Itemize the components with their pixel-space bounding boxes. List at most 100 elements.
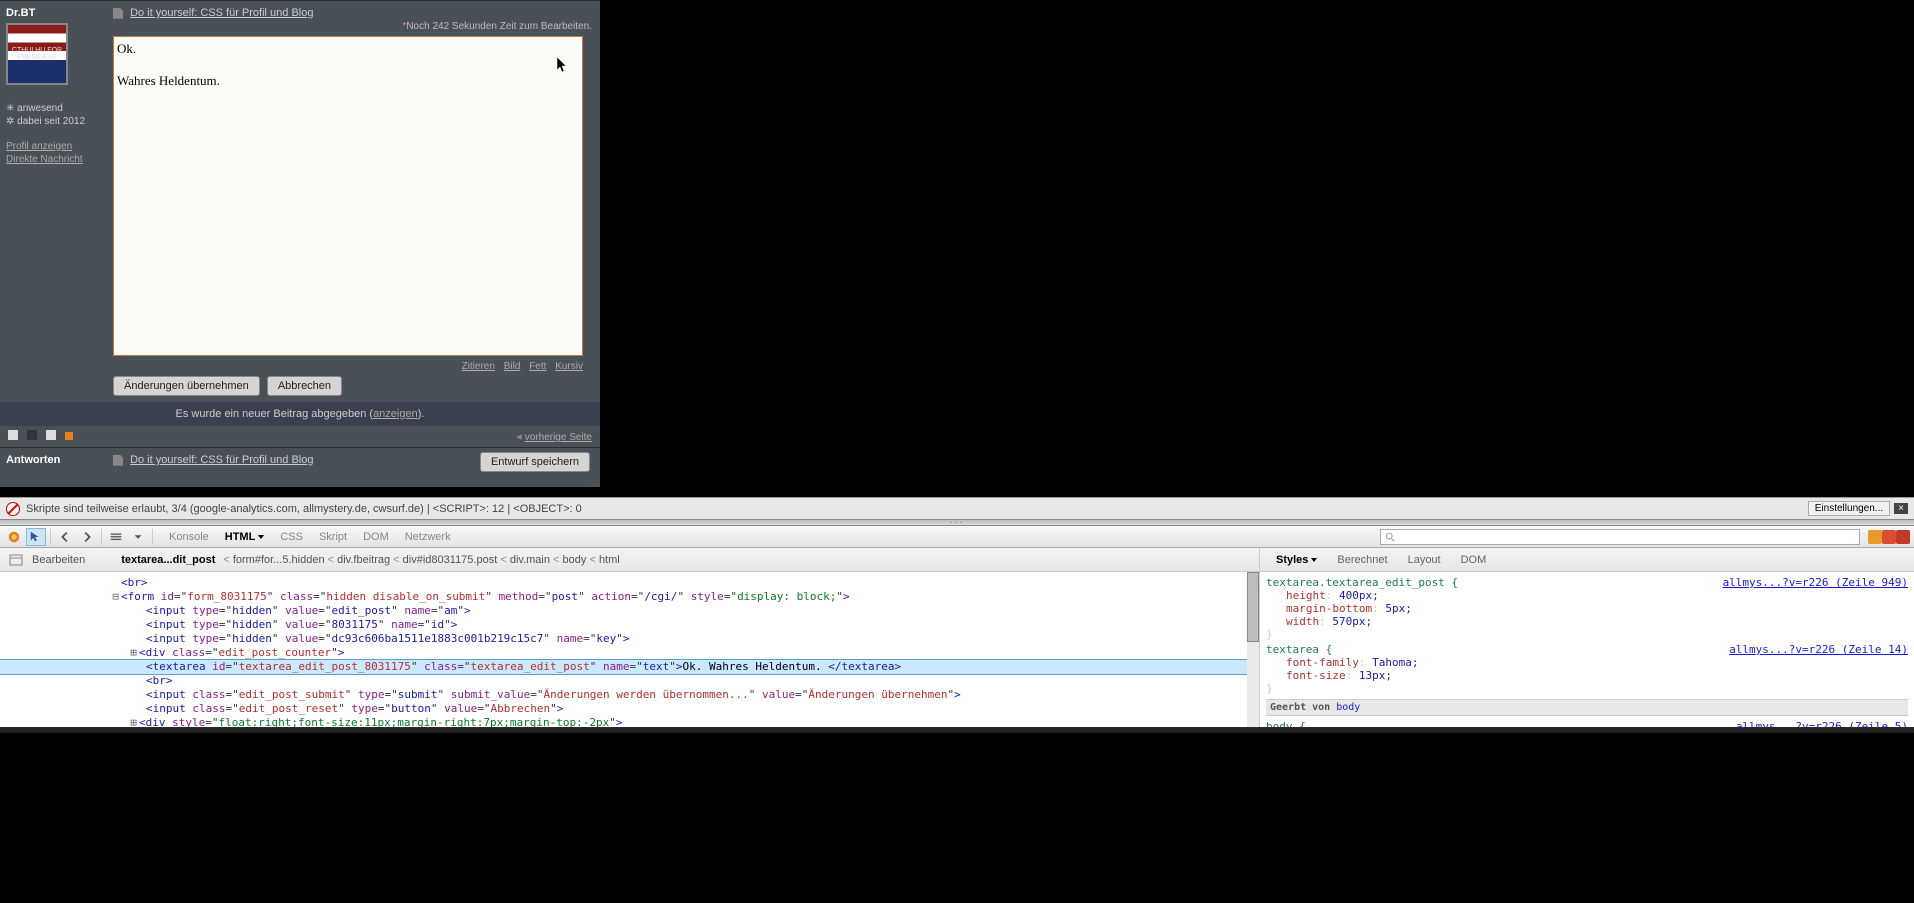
cancel-button[interactable]: Abbrechen <box>267 376 342 396</box>
devtools-tab-skript[interactable]: Skript <box>311 528 355 546</box>
browser-viewport: Dr.BT CTHULHU FOR PRESIDENT ✳ anwesend ✲… <box>0 0 1914 497</box>
link-image[interactable]: Bild <box>504 361 521 372</box>
edit-icon[interactable] <box>8 552 24 568</box>
prev-page-link[interactable]: vorherige Seite <box>525 432 592 443</box>
devtools-tab-konsole[interactable]: Konsole <box>161 528 217 546</box>
devtools-panels: <br>⊟<form id="form_8031175" class="hidd… <box>0 572 1914 727</box>
dropdown-icon[interactable] <box>128 528 148 546</box>
tree-line[interactable]: <input type="hidden" value="edit_post" n… <box>0 604 1259 618</box>
statusbar-close[interactable]: × <box>1894 503 1908 514</box>
scrollbar-track[interactable] <box>1247 572 1259 727</box>
link-italic[interactable]: Kursiv <box>555 361 583 372</box>
devtools-toolbar: KonsoleHTMLCSSSkriptDOMNetzwerk <box>0 526 1914 548</box>
status-icon-light[interactable] <box>8 430 18 440</box>
inherit-from-link[interactable]: body <box>1336 702 1360 713</box>
devtools-tab-netzwerk[interactable]: Netzwerk <box>397 528 459 546</box>
nav-back-icon[interactable] <box>55 528 75 546</box>
html-tree-panel[interactable]: <br>⊟<form id="form_8031175" class="hidd… <box>0 572 1259 727</box>
save-draft-button[interactable]: Entwurf speichern <box>480 452 590 472</box>
settings-button[interactable]: Einstellungen... <box>1808 501 1890 516</box>
nav-forward-icon[interactable] <box>77 528 97 546</box>
link-profile[interactable]: Profil anzeigen <box>6 141 99 152</box>
css-rule[interactable]: allmys...?v=r226 (Zeile 949)textarea.tex… <box>1266 576 1908 641</box>
breadcrumb-item[interactable]: body <box>563 554 587 566</box>
breadcrumb-item[interactable]: div.fbeitrag <box>337 554 390 566</box>
submit-button[interactable]: Änderungen übernehmen <box>113 376 260 396</box>
tree-line[interactable]: <textarea id="textarea_edit_post_8031175… <box>0 660 1259 674</box>
avatar[interactable]: CTHULHU FOR PRESIDENT <box>6 23 68 85</box>
detach-button[interactable] <box>1882 530 1896 544</box>
breadcrumb-edit[interactable]: Bearbeiten <box>32 554 85 566</box>
tree-line[interactable]: <input type="hidden" value="dc93c606ba15… <box>0 632 1259 646</box>
reply-row: Antworten Do it yourself: CSS für Profil… <box>0 447 600 487</box>
noscript-statusbar: Skripte sind teilweise erlaubt, 3/4 (goo… <box>0 497 1914 519</box>
tree-line[interactable]: <br> <box>0 674 1259 688</box>
tree-line[interactable]: <input class="edit_post_submit" type="su… <box>0 688 1259 702</box>
noscript-icon[interactable] <box>6 502 20 516</box>
css-rule[interactable]: allmys...?v=r226 (Zeile 5)body { <box>1266 720 1908 727</box>
minimize-button[interactable] <box>1868 530 1882 544</box>
post-row: Dr.BT CTHULHU FOR PRESIDENT ✳ anwesend ✲… <box>0 0 600 402</box>
tree-toggler[interactable]: ⊞ <box>128 646 139 660</box>
firebug-icon[interactable] <box>4 528 24 546</box>
tree-line[interactable]: ⊟<form id="form_8031175" class="hidden d… <box>0 590 1259 604</box>
prev-page-wrap: ◂ vorherige Seite <box>516 430 592 443</box>
css-rule[interactable]: allmys...?v=r226 (Zeile 14)textarea {fon… <box>1266 643 1908 695</box>
reply-thread-title[interactable]: Do it yourself: CSS für Profil und Blog <box>130 454 313 466</box>
source-link[interactable]: allmys...?v=r226 (Zeile 949) <box>1723 576 1908 589</box>
source-link[interactable]: allmys...?v=r226 (Zeile 5) <box>1736 720 1908 727</box>
devtools-tab-dom[interactable]: DOM <box>355 528 397 546</box>
styles-panel-header: StylesBerechnet LayoutDOM <box>1259 548 1914 572</box>
tree-toggler[interactable]: ⊟ <box>110 590 121 604</box>
link-bold[interactable]: Fett <box>529 361 546 372</box>
scrollbar-thumb[interactable] <box>1247 572 1259 642</box>
tree-line[interactable]: ⊞<div class="edit_post_counter"> <box>0 646 1259 660</box>
user-column: Dr.BT CTHULHU FOR PRESIDENT ✳ anwesend ✲… <box>0 1 105 402</box>
tree-line[interactable]: <input class="edit_post_reset" type="but… <box>0 702 1259 716</box>
styles-tab-layout[interactable]: Layout <box>1400 551 1449 569</box>
status-icon-light-2[interactable] <box>46 430 56 440</box>
search-input[interactable] <box>1399 531 1855 543</box>
rss-icon[interactable] <box>65 432 73 440</box>
search-icon <box>1385 532 1395 542</box>
link-dm[interactable]: Direkte Nachricht <box>6 154 99 165</box>
menu-icon[interactable] <box>106 528 126 546</box>
thread-title[interactable]: Do it yourself: CSS für Profil und Blog <box>130 7 313 19</box>
styles-tab-styles[interactable]: Styles <box>1268 551 1325 569</box>
os-taskbar[interactable] <box>0 727 1914 733</box>
breadcrumb-current[interactable]: textarea...dit_post <box>121 554 215 566</box>
separator <box>152 529 153 545</box>
devtools-tab-css[interactable]: CSS <box>272 528 311 546</box>
panel-resizer[interactable] <box>0 519 1914 526</box>
html-panel-header: Bearbeiten textarea...dit_post < form#fo… <box>0 548 1259 572</box>
inherit-bar: Geerbt von body <box>1266 699 1908 716</box>
tree-line[interactable]: <input type="hidden" value="8031175" nam… <box>0 618 1259 632</box>
user-meta: ✳ anwesend ✲ dabei seit 2012 <box>6 103 99 127</box>
breadcrumb-item[interactable]: div#id8031175.post <box>403 554 498 566</box>
content-column: Do it yourself: CSS für Profil und Blog … <box>105 1 600 402</box>
notice-show-link[interactable]: anzeigen <box>373 408 418 420</box>
link-quote[interactable]: Zitieren <box>462 361 495 372</box>
statusbar-text: Skripte sind teilweise erlaubt, 3/4 (goo… <box>26 503 582 515</box>
reply-content: Do it yourself: CSS für Profil und Blog … <box>105 448 600 487</box>
new-post-notice: Es wurde ein neuer Beitrag abgegeben (an… <box>0 402 600 426</box>
styles-tab-dom[interactable]: DOM <box>1453 551 1495 569</box>
inspect-icon[interactable] <box>26 528 46 546</box>
sound-icon[interactable] <box>27 430 37 440</box>
styles-tab-berechnet[interactable]: Berechnet <box>1329 551 1395 569</box>
breadcrumb-item[interactable]: html <box>599 554 620 566</box>
username[interactable]: Dr.BT <box>6 7 99 19</box>
status-present: ✳ anwesend <box>6 103 99 114</box>
tree-line[interactable]: ⊞<div style="float:right;font-size:11px;… <box>0 716 1259 727</box>
devtools-search[interactable] <box>1380 529 1860 545</box>
devtools-tab-html[interactable]: HTML <box>217 528 273 546</box>
avatar-caption: CTHULHU FOR PRESIDENT <box>8 47 66 61</box>
tree-line[interactable]: <br> <box>0 576 1259 590</box>
breadcrumb-item[interactable]: div.main <box>510 554 550 566</box>
styles-panel[interactable]: allmys...?v=r226 (Zeile 949)textarea.tex… <box>1259 572 1914 727</box>
close-button[interactable] <box>1896 530 1910 544</box>
tree-toggler[interactable]: ⊞ <box>128 716 139 727</box>
source-link[interactable]: allmys...?v=r226 (Zeile 14) <box>1729 643 1908 656</box>
edit-post-textarea[interactable] <box>113 36 583 356</box>
breadcrumb-item[interactable]: form#for...5.hidden <box>233 554 325 566</box>
